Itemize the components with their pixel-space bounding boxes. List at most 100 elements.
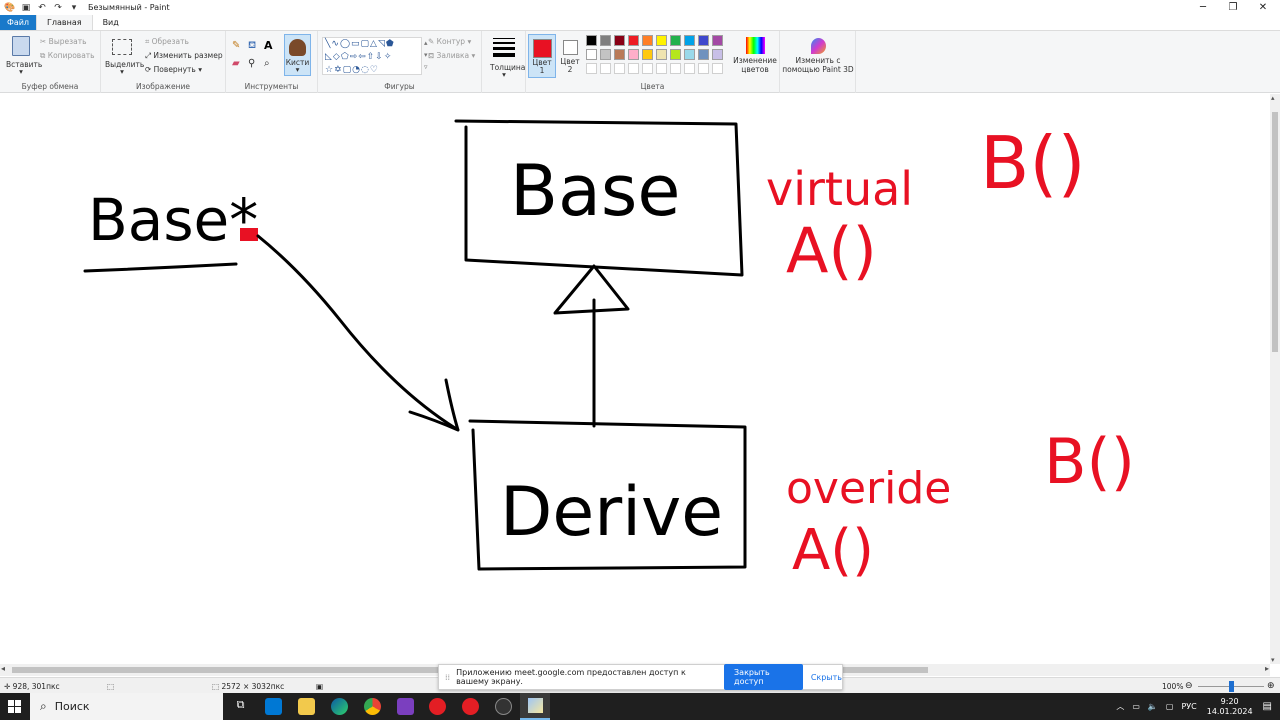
edit-colors-button[interactable]: Изменение цветов	[732, 35, 778, 79]
fill-bucket-icon[interactable]: ⛾	[248, 40, 256, 53]
palette-swatch[interactable]	[684, 63, 695, 74]
zoom-in-button[interactable]: ⊕	[1267, 678, 1275, 694]
palette-swatch[interactable]	[614, 35, 625, 46]
chrome-icon[interactable]	[364, 698, 381, 715]
yandex-icon[interactable]	[462, 698, 479, 715]
vertical-scroll-thumb[interactable]	[1272, 112, 1278, 352]
palette-swatch[interactable]	[600, 49, 611, 60]
magnifier-icon[interactable]: ⌕	[264, 58, 270, 69]
file-explorer-icon[interactable]	[298, 698, 315, 715]
palette-swatch[interactable]	[614, 49, 625, 60]
color2-button[interactable]: Цвет 2	[558, 34, 582, 78]
palette-swatch[interactable]	[642, 35, 653, 46]
zoom-slider-thumb[interactable]	[1229, 680, 1234, 692]
shapes-gallery[interactable]: ╲∿◯▭▢△◹⬟ ◺◇⬠⇨⇦⇧⇩✧ ☆✡▢◔◌♡	[322, 37, 422, 75]
tab-view[interactable]: Вид	[93, 15, 129, 30]
color-picker-icon[interactable]: ⚲	[248, 58, 255, 69]
palette-swatch[interactable]	[684, 49, 695, 60]
image-group: Выделить ▾ ⌗ Обрезать ⤢ Изменить размер …	[101, 31, 226, 93]
palette-swatch[interactable]	[670, 35, 681, 46]
scroll-left-icon[interactable]: ◂	[1, 664, 5, 673]
palette-swatch[interactable]	[656, 35, 667, 46]
palette-swatch[interactable]	[712, 35, 723, 46]
redo-icon[interactable]: ↷	[52, 2, 64, 14]
palette-swatch[interactable]	[600, 35, 611, 46]
edge-icon[interactable]	[331, 698, 348, 715]
show-hidden-icons[interactable]: ︿	[1116, 701, 1124, 712]
notifications-icon[interactable]: ▤	[1263, 701, 1272, 712]
paint-taskbar-button[interactable]	[520, 693, 550, 720]
maximize-button[interactable]: ❐	[1218, 0, 1248, 15]
customize-qat-icon[interactable]: ▾	[68, 2, 80, 14]
palette-swatch[interactable]	[642, 63, 653, 74]
resize-button[interactable]: ⤢ Изменить размер	[145, 51, 223, 61]
palette-swatch[interactable]	[600, 63, 611, 74]
tab-home[interactable]: Главная	[36, 15, 93, 30]
palette-swatch[interactable]	[670, 49, 681, 60]
palette-swatch[interactable]	[670, 63, 681, 74]
shapes-scroll[interactable]: ▴ ▾ ▿	[424, 37, 428, 73]
zoom-slider[interactable]	[1198, 678, 1264, 694]
palette-swatch[interactable]	[628, 63, 639, 74]
visual-studio-icon[interactable]	[397, 698, 414, 715]
outline-button[interactable]: ✎ Контур ▾	[428, 37, 471, 46]
clipboard-group: Вставить ▾ ✂ Вырезать ⧉ Копировать Буфер…	[0, 31, 101, 93]
drag-handle-icon[interactable]: ⁞⁞	[445, 673, 450, 682]
palette-swatch[interactable]	[656, 49, 667, 60]
palette-swatch[interactable]	[698, 49, 709, 60]
palette-swatch[interactable]	[586, 63, 597, 74]
drawing-canvas[interactable]: Base* Base Derive virtual B() A() overid…	[0, 94, 1270, 664]
obs-icon[interactable]	[495, 698, 512, 715]
scroll-up-icon[interactable]: ▴	[1271, 94, 1275, 102]
task-view-icon[interactable]: ⧉	[232, 698, 249, 715]
palette-swatch[interactable]	[628, 35, 639, 46]
thickness-button[interactable]: Толщина ▾	[490, 35, 525, 79]
crop-button[interactable]: ⌗ Обрезать	[145, 37, 189, 47]
tab-file[interactable]: Файл	[0, 15, 36, 30]
copy-button[interactable]: ⧉ Копировать	[40, 51, 95, 61]
palette-swatch[interactable]	[656, 63, 667, 74]
palette-swatch[interactable]	[684, 35, 695, 46]
store-icon[interactable]	[265, 698, 282, 715]
palette-swatch[interactable]	[698, 63, 709, 74]
save-icon[interactable]: ▣	[20, 2, 32, 14]
palette-swatch[interactable]	[628, 49, 639, 60]
zoom-out-button[interactable]: ⊖	[1185, 678, 1193, 694]
palette-swatch[interactable]	[642, 49, 653, 60]
speaker-icon[interactable]: 🔈	[1148, 702, 1158, 711]
close-button[interactable]: ✕	[1248, 0, 1278, 15]
undo-icon[interactable]: ↶	[36, 2, 48, 14]
scroll-down-icon[interactable]: ▾	[1271, 656, 1275, 664]
fill-button[interactable]: ⛾ Заливка ▾	[428, 51, 475, 61]
yandex-browser-icon[interactable]	[429, 698, 446, 715]
scroll-right-icon[interactable]: ▸	[1265, 664, 1269, 673]
palette-swatch[interactable]	[712, 63, 723, 74]
hide-banner-button[interactable]: Скрыть	[811, 673, 842, 682]
brushes-button[interactable]: Кисти ▾	[284, 34, 311, 76]
stop-sharing-button[interactable]: Закрыть доступ	[724, 664, 803, 690]
minimize-button[interactable]: ─	[1188, 0, 1218, 15]
vertical-scrollbar[interactable]: ▴ ▾	[1270, 94, 1280, 664]
palette-swatch[interactable]	[614, 63, 625, 74]
pencil-icon[interactable]: ✎	[232, 40, 240, 51]
palette-swatch[interactable]	[586, 35, 597, 46]
palette-swatch[interactable]	[698, 35, 709, 46]
image-group-label: Изображение	[136, 82, 190, 91]
palette-swatch[interactable]	[712, 49, 723, 60]
network-icon[interactable]: ▭	[1132, 702, 1140, 711]
select-button[interactable]: Выделить ▾	[105, 34, 144, 78]
canvas-area[interactable]: Base* Base Derive virtual B() A() overid…	[0, 94, 1270, 664]
text-tool-icon[interactable]: A	[264, 39, 273, 52]
display-icon[interactable]: ▢	[1166, 702, 1174, 711]
start-button[interactable]	[8, 700, 21, 713]
clock[interactable]: 9:20 14.01.2024	[1207, 697, 1253, 717]
color1-button[interactable]: Цвет 1	[528, 34, 556, 78]
keyboard-language[interactable]: РУС	[1181, 702, 1196, 711]
edit-paint3d-button[interactable]: Изменить с помощью Paint 3D	[782, 34, 854, 80]
cut-button[interactable]: ✂ Вырезать	[40, 37, 87, 46]
palette-swatch[interactable]	[586, 49, 597, 60]
taskbar-search[interactable]: ⌕ Поиск	[30, 693, 223, 720]
rotate-button[interactable]: ⟳ Повернуть ▾	[145, 65, 202, 74]
paste-button[interactable]: Вставить ▾	[6, 34, 42, 76]
eraser-icon[interactable]: ▰	[232, 58, 240, 69]
